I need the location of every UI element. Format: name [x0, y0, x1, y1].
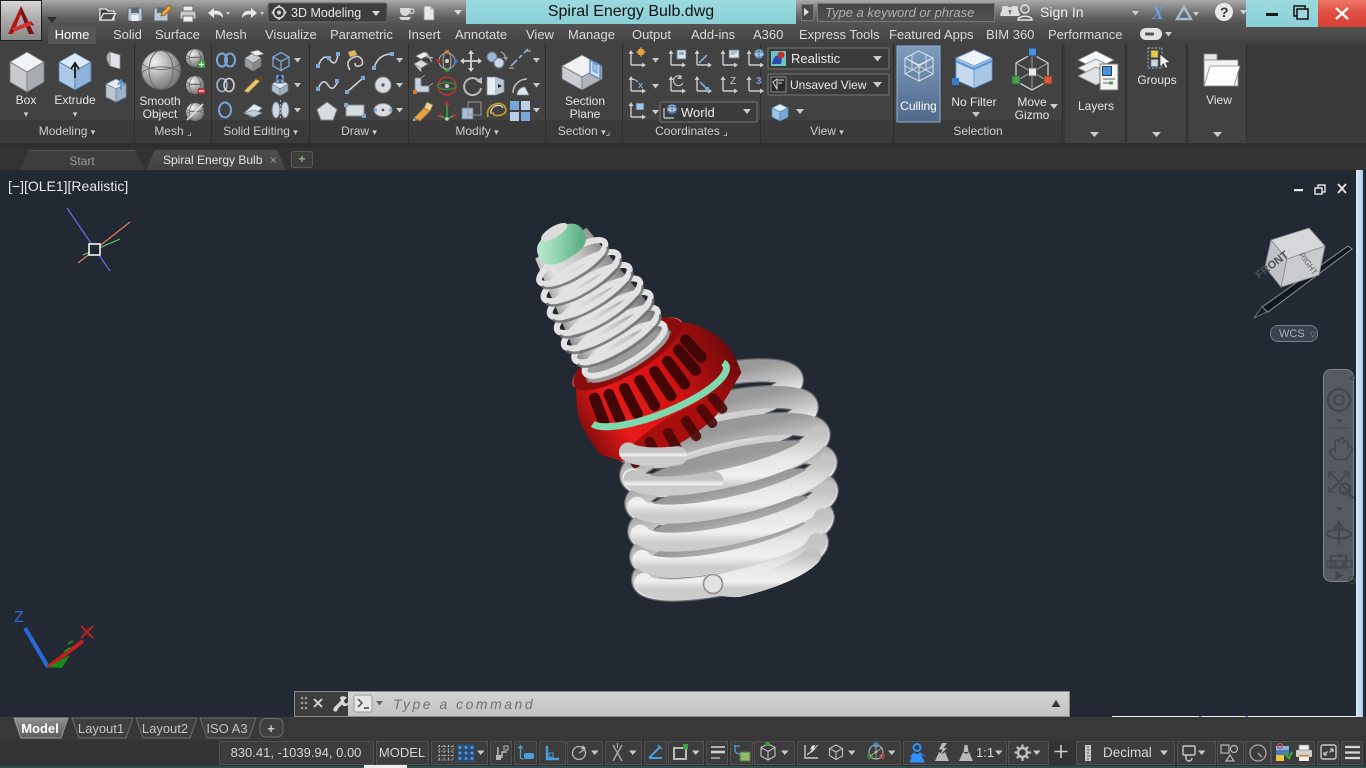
- svg-text:?: ?: [1220, 4, 1229, 20]
- svg-text:Layout1: Layout1: [78, 721, 124, 736]
- svg-text:Z: Z: [14, 609, 24, 626]
- svg-text:MODEL: MODEL: [379, 745, 425, 760]
- svg-text:Layout2: Layout2: [142, 721, 188, 736]
- svg-text:3D Modeling: 3D Modeling: [291, 6, 361, 20]
- svg-text:3: 3: [756, 76, 762, 87]
- svg-text:Z: Z: [730, 76, 736, 87]
- svg-text:Realistic: Realistic: [791, 51, 841, 66]
- svg-text:World: World: [681, 105, 715, 120]
- svg-text:Unsaved View: Unsaved View: [790, 78, 867, 92]
- svg-text:Decimal: Decimal: [1103, 745, 1152, 760]
- svg-text:x: x: [638, 80, 643, 90]
- svg-text:Model: Model: [21, 721, 59, 736]
- svg-text:1:1: 1:1: [976, 745, 994, 760]
- svg-text:Sign In: Sign In: [1040, 4, 1084, 20]
- svg-text:830.41, -1039.94, 0.00: 830.41, -1039.94, 0.00: [231, 745, 362, 760]
- svg-text:+: +: [267, 721, 275, 736]
- svg-text:ISO A3: ISO A3: [206, 721, 247, 736]
- svg-text:X: X: [1151, 3, 1165, 23]
